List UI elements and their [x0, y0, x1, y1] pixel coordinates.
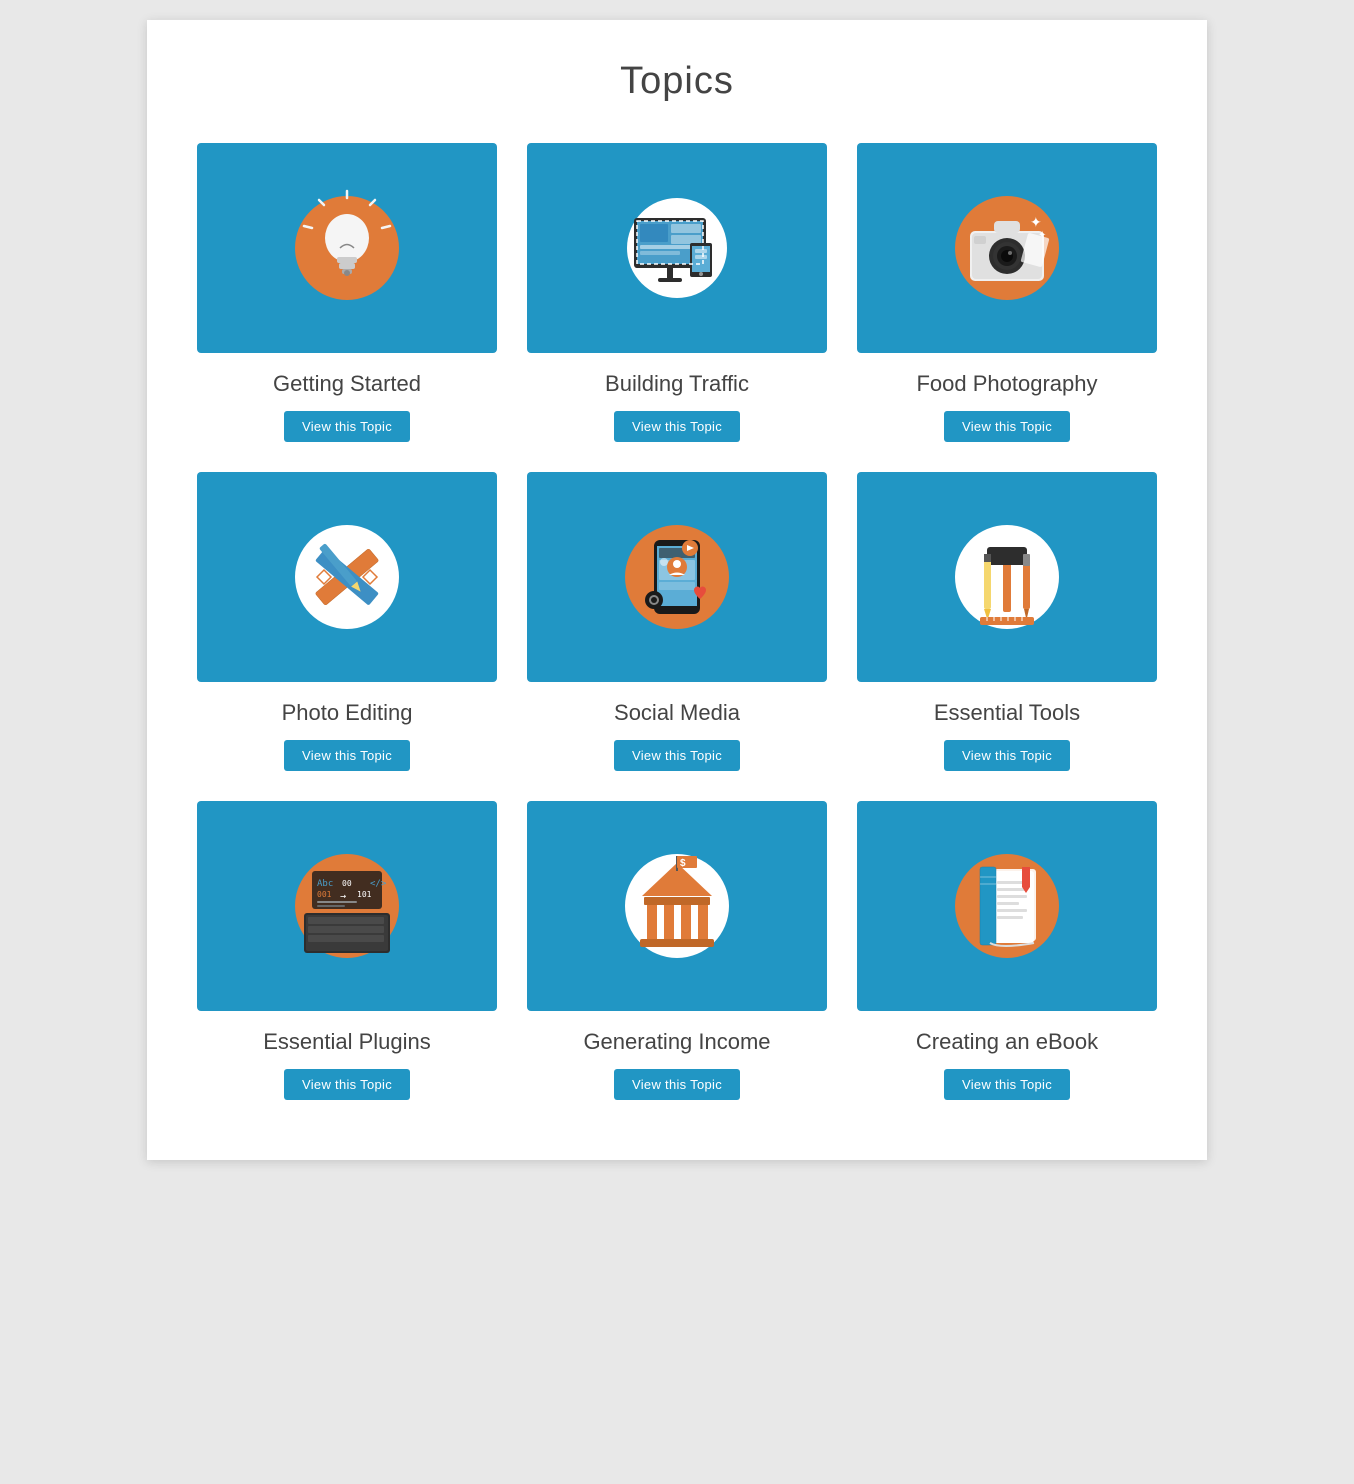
- topic-title-generating-income: Generating Income: [583, 1029, 770, 1055]
- svg-text:</>: </>: [370, 879, 387, 889]
- svg-text:✦: ✦: [1030, 214, 1042, 230]
- view-button-photo-editing[interactable]: View this Topic: [284, 740, 410, 771]
- topic-card-essential-plugins: Abc 001 00 101 </> → Essential Plugins V…: [197, 801, 497, 1100]
- topic-image-essential-tools: [857, 472, 1157, 682]
- view-button-essential-plugins[interactable]: View this Topic: [284, 1069, 410, 1100]
- svg-text:Abc: Abc: [317, 879, 333, 889]
- topic-image-building-traffic: [527, 143, 827, 353]
- page-container: Topics: [147, 20, 1207, 1160]
- topic-title-getting-started: Getting Started: [273, 371, 421, 397]
- topic-card-building-traffic: Building Traffic View this Topic: [527, 143, 827, 442]
- page-title: Topics: [197, 60, 1157, 103]
- view-button-getting-started[interactable]: View this Topic: [284, 411, 410, 442]
- topic-image-generating-income: $: [527, 801, 827, 1011]
- topic-card-social-media: Social Media View this Topic: [527, 472, 827, 771]
- topic-card-photo-editing: Photo Editing View this Topic: [197, 472, 497, 771]
- topic-image-social-media: [527, 472, 827, 682]
- svg-text:001: 001: [317, 890, 332, 899]
- topic-title-building-traffic: Building Traffic: [605, 371, 749, 397]
- svg-text:$: $: [680, 858, 686, 869]
- topic-card-generating-income: $ Generating Income View this Topic: [527, 801, 827, 1100]
- topic-image-creating-ebook: [857, 801, 1157, 1011]
- topic-card-creating-ebook: Creating an eBook View this Topic: [857, 801, 1157, 1100]
- view-button-building-traffic[interactable]: View this Topic: [614, 411, 740, 442]
- topic-title-essential-tools: Essential Tools: [934, 700, 1080, 726]
- topics-grid: Getting Started View this Topic: [197, 143, 1157, 1100]
- topic-title-food-photography: Food Photography: [916, 371, 1097, 397]
- view-button-food-photography[interactable]: View this Topic: [944, 411, 1070, 442]
- topic-card-essential-tools: Essential Tools View this Topic: [857, 472, 1157, 771]
- topic-card-food-photography: ✦ ✦ Food Photography View this Topic: [857, 143, 1157, 442]
- topic-title-photo-editing: Photo Editing: [282, 700, 413, 726]
- topic-title-social-media: Social Media: [614, 700, 740, 726]
- topic-image-getting-started: [197, 143, 497, 353]
- topic-title-creating-ebook: Creating an eBook: [916, 1029, 1098, 1055]
- topic-card-getting-started: Getting Started View this Topic: [197, 143, 497, 442]
- view-button-creating-ebook[interactable]: View this Topic: [944, 1069, 1070, 1100]
- topic-image-photo-editing: [197, 472, 497, 682]
- svg-text:→: →: [340, 891, 346, 902]
- topic-image-food-photography: ✦ ✦: [857, 143, 1157, 353]
- view-button-social-media[interactable]: View this Topic: [614, 740, 740, 771]
- svg-text:101: 101: [357, 890, 372, 899]
- topic-title-essential-plugins: Essential Plugins: [263, 1029, 431, 1055]
- svg-text:00: 00: [342, 879, 352, 888]
- topic-image-essential-plugins: Abc 001 00 101 </> →: [197, 801, 497, 1011]
- view-button-essential-tools[interactable]: View this Topic: [944, 740, 1070, 771]
- view-button-generating-income[interactable]: View this Topic: [614, 1069, 740, 1100]
